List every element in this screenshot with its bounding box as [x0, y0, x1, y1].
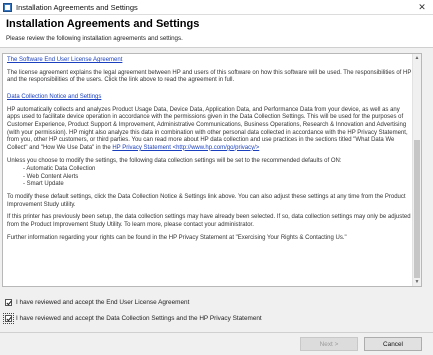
- defaults-intro: Unless you choose to modify the settings…: [7, 157, 342, 164]
- page-title: Installation Agreements and Settings: [6, 18, 200, 30]
- eula-text: The license agreement explains the legal…: [7, 69, 412, 84]
- privacy-statement-link[interactable]: HP Privacy Statement <http://www.hp.com/…: [112, 145, 259, 151]
- list-item: Web Content Alerts: [23, 174, 412, 182]
- cancel-button[interactable]: Cancel: [364, 337, 422, 351]
- agreements-content: The Software End User License Agreement …: [7, 57, 412, 248]
- close-icon[interactable]: ✕: [411, 0, 433, 14]
- scrollbar-thumb[interactable]: [414, 140, 420, 278]
- previous-setup-text: If this printer has previously been setu…: [7, 214, 411, 229]
- defaults-list: Automatic Data Collection Web Content Al…: [7, 166, 412, 189]
- eula-checkbox-label[interactable]: I have reviewed and accept the End User …: [16, 299, 189, 306]
- modify-text: To modify these default settings, click …: [7, 194, 406, 208]
- scroll-down-icon[interactable]: ▼: [413, 278, 421, 286]
- eula-checkbox-row[interactable]: I have reviewed and accept the End User …: [5, 299, 189, 306]
- list-item: Automatic Data Collection: [23, 166, 412, 174]
- next-button[interactable]: Next >: [300, 337, 358, 351]
- eula-link[interactable]: The Software End User License Agreement: [7, 57, 122, 63]
- data-collection-checkbox-label[interactable]: I have reviewed and accept the Data Coll…: [16, 315, 262, 322]
- checkmark-icon: [6, 316, 12, 322]
- agreements-panel[interactable]: The Software End User License Agreement …: [2, 53, 422, 287]
- data-collection-checkbox[interactable]: [3, 313, 14, 324]
- data-collection-notice-link[interactable]: Data Collection Notice and Settings: [7, 94, 101, 100]
- data-collection-checkbox-row[interactable]: I have reviewed and accept the Data Coll…: [3, 313, 262, 324]
- further-info-text: Further information regarding your right…: [7, 234, 347, 241]
- footer-divider: [0, 332, 433, 333]
- scroll-up-icon[interactable]: ▲: [413, 54, 421, 62]
- eula-checkbox[interactable]: [5, 299, 12, 306]
- data-collection-text: HP automatically collects and analyzes P…: [7, 107, 412, 153]
- page-subtitle: Please review the following installation…: [6, 35, 183, 42]
- hp-installer-icon: [3, 2, 12, 12]
- page-header: Installation Agreements and Settings Ple…: [0, 15, 433, 48]
- list-item: Smart Update: [23, 181, 412, 189]
- checkmark-icon: [6, 300, 12, 306]
- title-bar: Installation Agreements and Settings ✕: [0, 0, 433, 15]
- vertical-scrollbar[interactable]: ▲ ▼: [412, 54, 421, 286]
- window-title: Installation Agreements and Settings: [16, 2, 138, 12]
